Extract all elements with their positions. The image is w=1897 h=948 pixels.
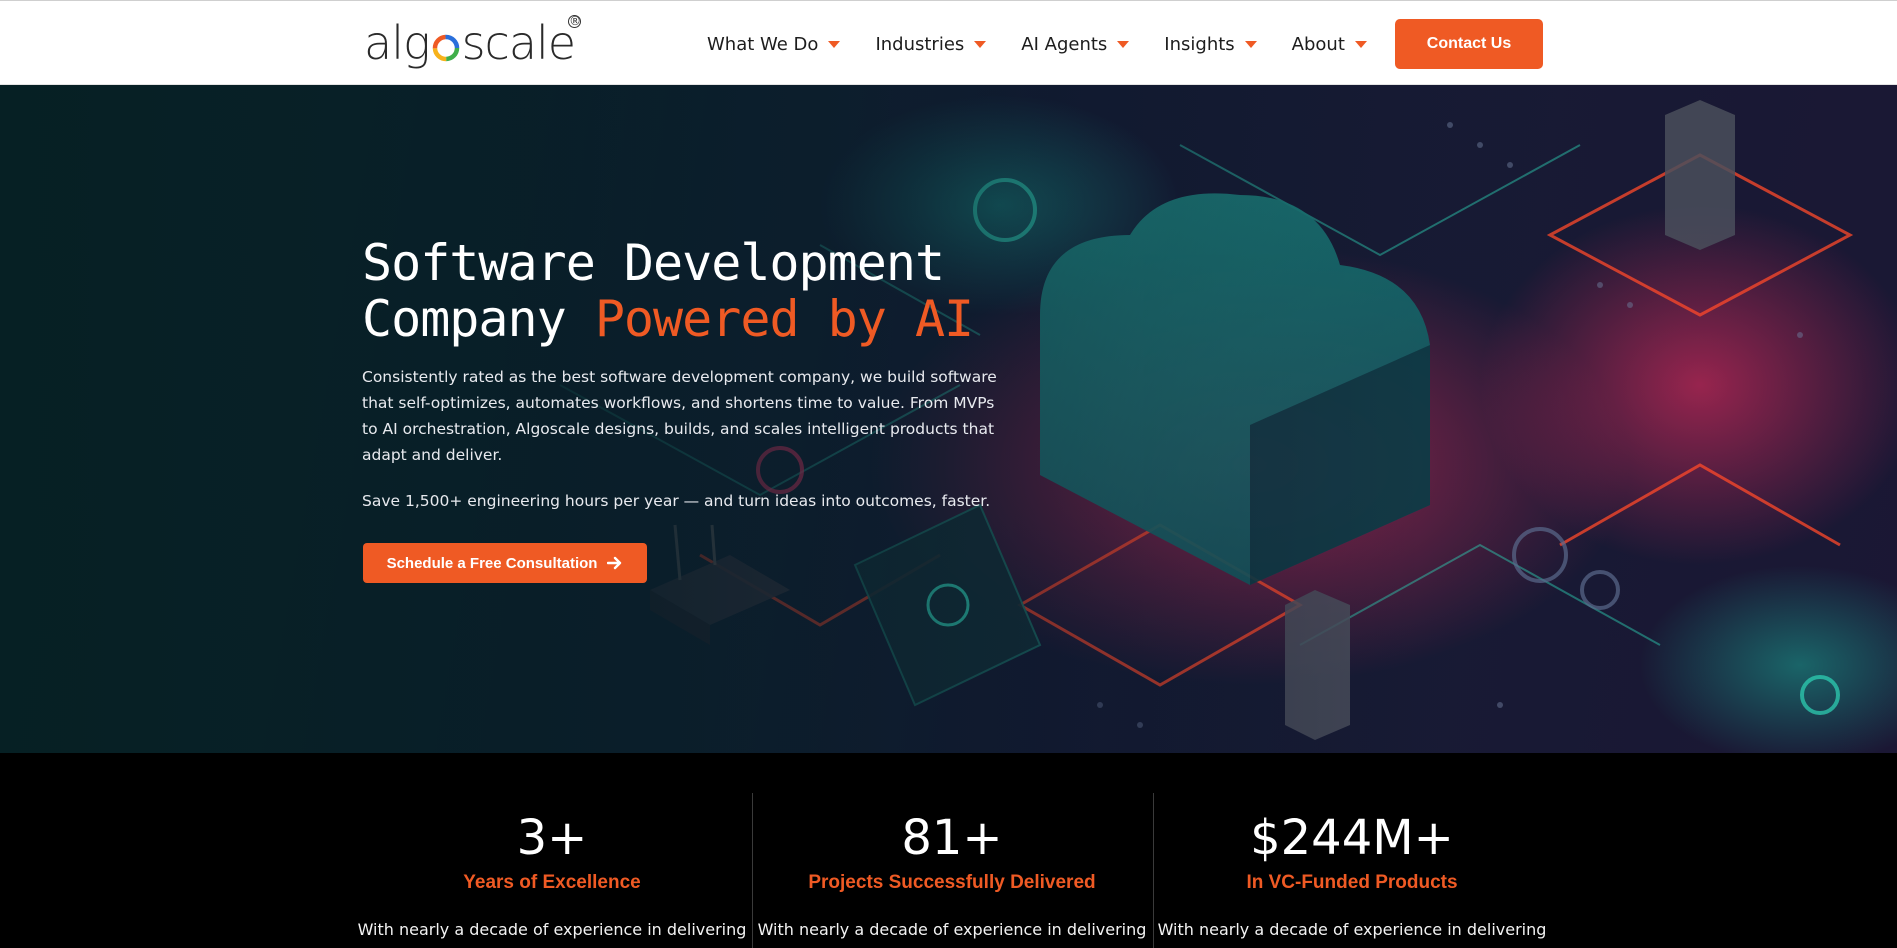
main-nav: What We Do Industries AI Agents Insights… bbox=[707, 27, 1402, 61]
caret-down-icon bbox=[974, 40, 987, 48]
stat-description: With nearly a decade of experience in de… bbox=[1157, 920, 1547, 939]
hero-title-line2: Company bbox=[362, 290, 595, 348]
caret-down-icon bbox=[1117, 40, 1130, 48]
stat-value: $244M+ bbox=[1250, 810, 1454, 866]
nav-item-insights[interactable]: Insights bbox=[1164, 27, 1257, 61]
registered-mark: ® bbox=[568, 14, 582, 28]
hero-title-line1: Software Development bbox=[362, 234, 945, 292]
caret-down-icon bbox=[1354, 40, 1367, 48]
stat-description: With nearly a decade of experience in de… bbox=[757, 920, 1147, 939]
stat-description: With nearly a decade of experience in de… bbox=[357, 920, 747, 939]
stat-value: 81+ bbox=[901, 810, 1003, 866]
arrow-right-icon bbox=[607, 556, 622, 570]
algoscale-logo[interactable]: alg scale ® bbox=[364, 15, 582, 71]
stat-years: 3+ Years of Excellence With nearly a dec… bbox=[352, 753, 752, 948]
nav-item-about[interactable]: About bbox=[1292, 27, 1367, 61]
caret-down-icon bbox=[828, 40, 841, 48]
nav-item-label: What We Do bbox=[707, 33, 819, 55]
site-header: alg scale ® What We Do Industries AI Age… bbox=[0, 0, 1897, 85]
nav-item-industries[interactable]: Industries bbox=[875, 27, 987, 61]
stat-funding: $244M+ In VC-Funded Products With nearly… bbox=[1152, 753, 1552, 948]
caret-down-icon bbox=[1244, 40, 1257, 48]
stat-label: Years of Excellence bbox=[463, 872, 641, 893]
nav-item-label: AI Agents bbox=[1021, 33, 1108, 55]
contact-us-button[interactable]: Contact Us bbox=[1395, 19, 1543, 69]
hero-title: Software Development Company Powered by … bbox=[362, 235, 1062, 347]
hero-title-accent: Powered by AI bbox=[594, 290, 974, 348]
stat-label: In VC-Funded Products bbox=[1246, 872, 1458, 893]
nav-item-what-we-do[interactable]: What We Do bbox=[707, 27, 841, 61]
stat-value: 3+ bbox=[516, 810, 588, 866]
nav-item-ai-agents[interactable]: AI Agents bbox=[1021, 27, 1130, 61]
nav-item-label: Industries bbox=[875, 33, 965, 55]
nav-item-label: Insights bbox=[1164, 33, 1235, 55]
hero-description: Consistently rated as the best software … bbox=[362, 368, 997, 464]
cta-label: Schedule a Free Consultation bbox=[386, 554, 598, 572]
hero-section: Software Development Company Powered by … bbox=[0, 85, 1897, 753]
stat-projects: 81+ Projects Successfully Delivered With… bbox=[752, 753, 1152, 948]
hero-savings-text: Save 1,500+ engineering hours per year —… bbox=[362, 492, 991, 510]
logo-wordmark: alg scale bbox=[364, 16, 576, 70]
schedule-consultation-button[interactable]: Schedule a Free Consultation bbox=[363, 543, 647, 583]
logo-ring-icon bbox=[432, 34, 459, 62]
nav-item-label: About bbox=[1291, 33, 1345, 55]
stats-section: 3+ Years of Excellence With nearly a dec… bbox=[0, 753, 1897, 948]
stat-label: Projects Successfully Delivered bbox=[808, 872, 1096, 893]
